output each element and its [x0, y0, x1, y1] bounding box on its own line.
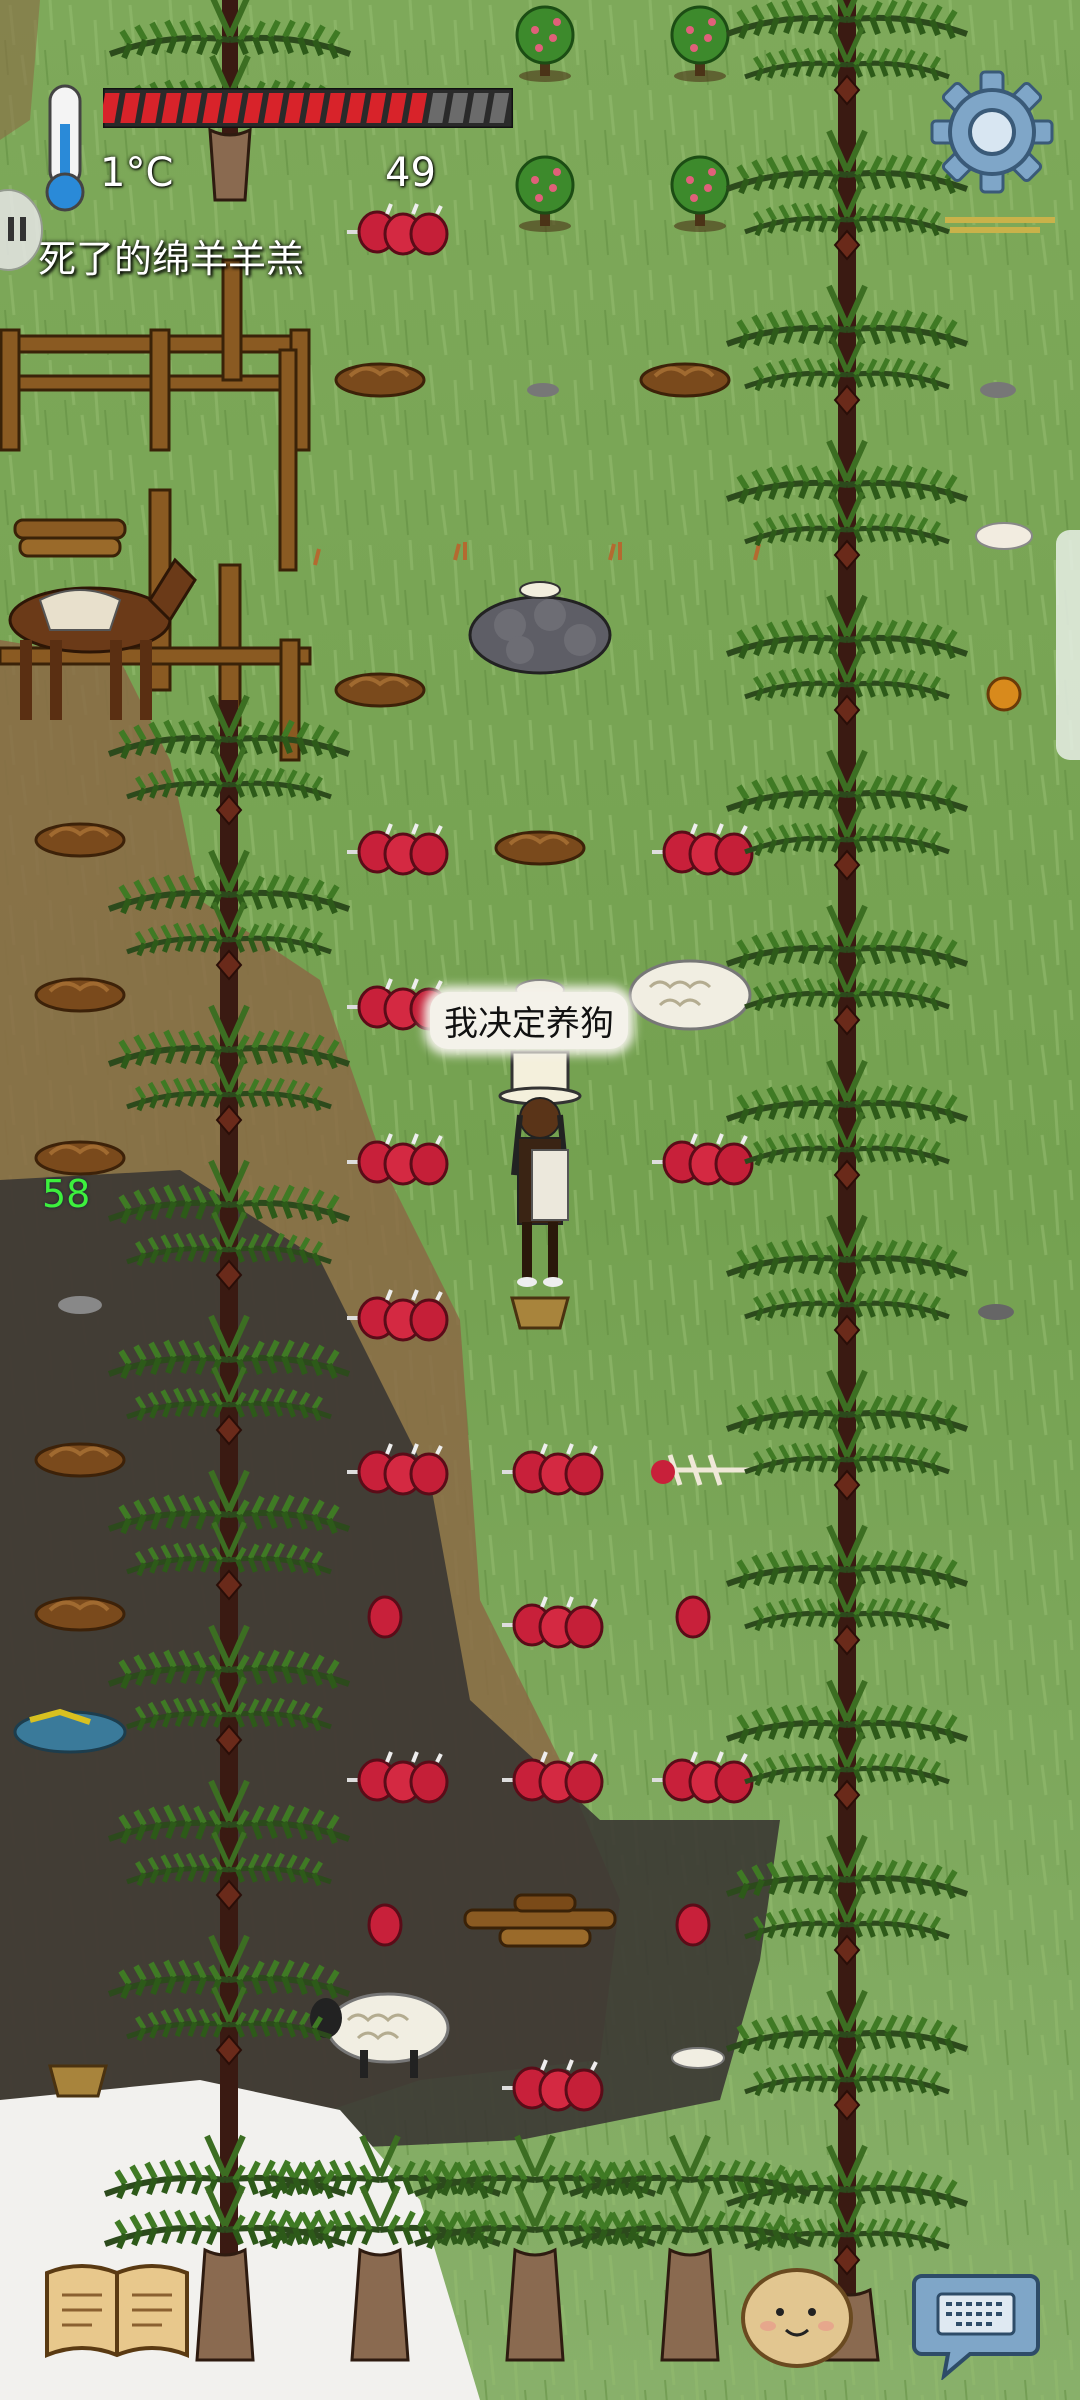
hovered-object-label: 死了的绵羊羊羔 — [38, 237, 305, 281]
dung-pile[interactable] — [34, 977, 126, 1013]
sidebar-tab[interactable] — [0, 185, 44, 275]
dung-pile[interactable] — [334, 362, 426, 398]
game-world[interactable] — [0, 0, 1080, 2400]
firewood-pile[interactable] — [13, 518, 127, 558]
stone[interactable] — [978, 1304, 1014, 1320]
raw-mutton[interactable] — [675, 1903, 711, 1947]
gooseberry[interactable] — [986, 676, 1022, 712]
right-drawer-tab[interactable] — [1056, 530, 1080, 760]
raw-mutton[interactable] — [367, 1595, 403, 1639]
basket[interactable] — [48, 2064, 108, 2098]
sheep-lamb[interactable] — [671, 2047, 725, 2069]
stone[interactable] — [980, 382, 1016, 398]
emote-face-icon[interactable] — [738, 2260, 856, 2370]
dung-pile[interactable] — [34, 1596, 126, 1632]
dung-pile[interactable] — [34, 822, 126, 858]
age-readout: 49 — [385, 150, 436, 196]
gear-icon[interactable] — [930, 70, 1054, 194]
stone[interactable] — [58, 1296, 102, 1314]
dung-pile[interactable] — [639, 362, 731, 398]
yum-bonus: 58 — [42, 1172, 91, 1216]
dung-pile[interactable] — [34, 1442, 126, 1478]
keyboard-icon[interactable] — [912, 2262, 1040, 2380]
pine-tree-left[interactable] — [220, 700, 238, 2350]
dung-pile[interactable] — [34, 1140, 126, 1176]
temperature-readout: 1°C — [100, 150, 174, 196]
food-meter — [103, 88, 513, 128]
book-icon[interactable] — [42, 2255, 192, 2365]
dung-pile[interactable] — [334, 672, 426, 708]
stone[interactable] — [527, 383, 559, 397]
dung-pile[interactable] — [494, 830, 586, 866]
raw-mutton[interactable] — [367, 1903, 403, 1947]
fleece[interactable] — [975, 522, 1033, 550]
raw-mutton[interactable] — [675, 1595, 711, 1639]
thermometer-icon — [45, 84, 85, 212]
basket[interactable] — [510, 1296, 570, 1330]
speech-bubble: 我决定养狗 — [430, 992, 628, 1049]
